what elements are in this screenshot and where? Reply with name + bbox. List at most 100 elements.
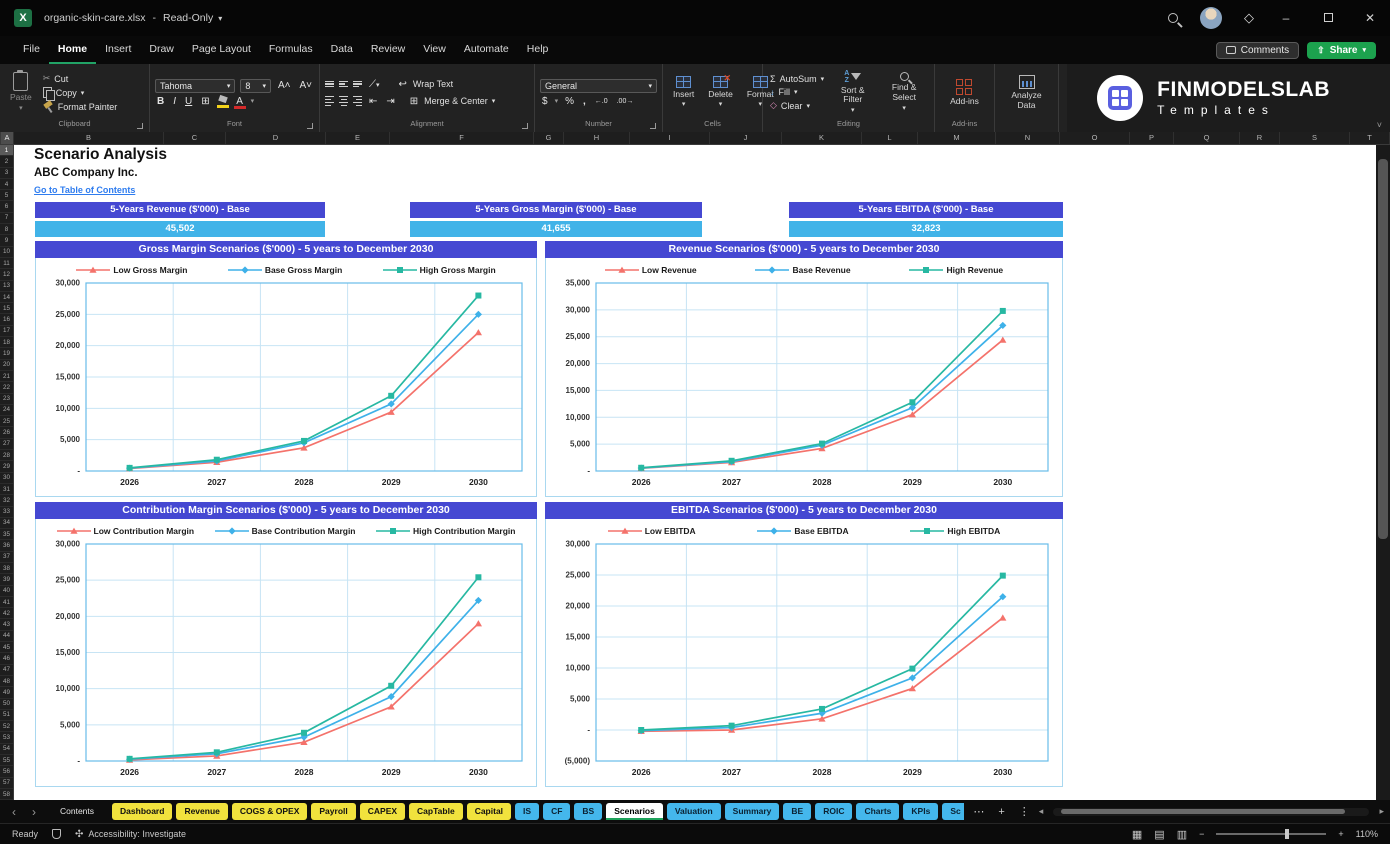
sheet-tab-cf[interactable]: CF (543, 803, 570, 820)
row-header-6[interactable]: 6 (0, 201, 13, 212)
sheet-tab-bs[interactable]: BS (574, 803, 602, 820)
column-header-T[interactable]: T (1350, 132, 1390, 144)
menu-data[interactable]: Data (322, 37, 362, 64)
row-header-52[interactable]: 52 (0, 721, 13, 732)
row-header-53[interactable]: 53 (0, 732, 13, 743)
clipboard-dialog-launcher-icon[interactable] (137, 123, 143, 129)
avatar[interactable] (1200, 7, 1222, 29)
align-right-icon[interactable] (353, 96, 362, 106)
row-header-41[interactable]: 41 (0, 597, 13, 608)
sheet-tab-payroll[interactable]: Payroll (311, 803, 355, 820)
column-header-A[interactable]: A (1, 132, 14, 144)
row-header-26[interactable]: 26 (0, 427, 13, 438)
sheet-tab-be[interactable]: BE (783, 803, 811, 820)
column-header-G[interactable]: G (534, 132, 564, 144)
menu-formulas[interactable]: Formulas (260, 37, 322, 64)
sheet-nav-back-icon[interactable]: ‹ (6, 805, 22, 819)
row-header-19[interactable]: 19 (0, 348, 13, 359)
sheet-tab-capital[interactable]: Capital (467, 803, 511, 820)
page-layout-view-button[interactable]: ▤ (1154, 828, 1164, 841)
row-header-25[interactable]: 25 (0, 416, 13, 427)
menu-draw[interactable]: Draw (140, 37, 183, 64)
normal-view-button[interactable]: ▦ (1132, 828, 1142, 841)
orientation-button[interactable]: ⟋▾ (367, 79, 382, 90)
underline-button[interactable]: U (183, 96, 194, 107)
decrease-indent-icon[interactable]: ⇤ (367, 96, 379, 107)
horizontal-scroll-thumb[interactable] (1061, 809, 1345, 814)
fill-color-button[interactable] (217, 96, 229, 106)
column-header-H[interactable]: H (564, 132, 630, 144)
row-header-58[interactable]: 58 (0, 789, 13, 800)
tab-options-icon[interactable]: ⋮ (1014, 805, 1035, 818)
copy-button[interactable]: Copy▾ (41, 86, 120, 99)
hscroll-right-icon[interactable]: ▸ (1379, 806, 1384, 817)
format-painter-button[interactable]: Format Painter (41, 100, 120, 113)
page-break-view-button[interactable]: ▥ (1177, 828, 1187, 841)
vertical-scroll-thumb[interactable] (1378, 159, 1388, 539)
align-bottom-icon[interactable] (353, 81, 362, 88)
sheet-tab-is[interactable]: IS (515, 803, 539, 820)
row-header-55[interactable]: 55 (0, 755, 13, 766)
menu-review[interactable]: Review (362, 37, 414, 64)
font-size-combo[interactable]: 8▾ (240, 79, 271, 93)
column-header-N[interactable]: N (996, 132, 1060, 144)
sheet-tab-captable[interactable]: CapTable (409, 803, 463, 820)
row-header-4[interactable]: 4 (0, 179, 13, 190)
sheet-tab-charts[interactable]: Charts (856, 803, 899, 820)
zoom-level[interactable]: 110% (1356, 829, 1378, 839)
column-header-K[interactable]: K (782, 132, 862, 144)
row-header-5[interactable]: 5 (0, 190, 13, 201)
collapse-ribbon-icon[interactable]: ˅ (1377, 120, 1382, 130)
decrease-decimal-button[interactable]: .00→ (615, 98, 636, 105)
row-header-33[interactable]: 33 (0, 507, 13, 518)
sheet-tab-scenarios[interactable]: Scenarios (606, 803, 663, 820)
menu-page-layout[interactable]: Page Layout (183, 37, 260, 64)
row-header-38[interactable]: 38 (0, 563, 13, 574)
zoom-in-button[interactable]: + (1338, 829, 1343, 839)
row-header-30[interactable]: 30 (0, 473, 13, 484)
macro-shield-icon[interactable] (52, 829, 61, 839)
row-header-11[interactable]: 11 (0, 258, 13, 269)
addins-button[interactable]: Add-ins (945, 78, 984, 108)
close-button[interactable]: ✕ (1360, 11, 1380, 25)
sheet-tab-summary[interactable]: Summary (725, 803, 780, 820)
column-header-J[interactable]: J (710, 132, 782, 144)
font-color-button[interactable]: A (234, 96, 246, 107)
row-header-49[interactable]: 49 (0, 687, 13, 698)
row-header-32[interactable]: 32 (0, 495, 13, 506)
wrap-text-button[interactable]: ↩Wrap Text (395, 78, 456, 91)
align-center-icon[interactable] (339, 96, 348, 106)
row-header-37[interactable]: 37 (0, 552, 13, 563)
zoom-slider[interactable] (1216, 833, 1326, 835)
row-header-31[interactable]: 31 (0, 484, 13, 495)
row-header-16[interactable]: 16 (0, 314, 13, 325)
column-header-L[interactable]: L (862, 132, 918, 144)
find-select-button[interactable]: Find & Select▾ (879, 71, 929, 114)
column-header-P[interactable]: P (1130, 132, 1174, 144)
increase-indent-icon[interactable]: ⇥ (384, 96, 396, 107)
menu-file[interactable]: File (14, 37, 49, 64)
accessibility-status[interactable]: ✣ Accessibility: Investigate (75, 829, 186, 840)
sheet-tab-dashboard[interactable]: Dashboard (112, 803, 172, 820)
borders-button[interactable]: ⊞ (199, 96, 211, 107)
menu-home[interactable]: Home (49, 37, 96, 64)
row-header-57[interactable]: 57 (0, 778, 13, 789)
row-header-48[interactable]: 48 (0, 676, 13, 687)
number-dialog-launcher-icon[interactable] (650, 123, 656, 129)
currency-button[interactable]: $ (540, 96, 550, 107)
menu-insert[interactable]: Insert (96, 37, 140, 64)
row-header-44[interactable]: 44 (0, 631, 13, 642)
comma-style-button[interactable]: , (581, 96, 588, 107)
merge-center-button[interactable]: ⊞Merge & Center▾ (406, 95, 497, 108)
sheet-tab-capex[interactable]: CAPEX (360, 803, 405, 820)
row-header-1[interactable]: 1 (0, 145, 13, 156)
gem-icon[interactable]: ◇ (1244, 10, 1254, 26)
number-format-combo[interactable]: General▾ (540, 79, 657, 93)
cut-button[interactable]: ✂Cut (41, 72, 120, 85)
insert-cells-button[interactable]: Insert▾ (668, 75, 699, 111)
sheet-tab-contents[interactable]: Contents (46, 803, 108, 820)
row-header-3[interactable]: 3 (0, 168, 13, 179)
row-header-14[interactable]: 14 (0, 292, 13, 303)
maximize-button[interactable] (1318, 11, 1338, 25)
row-header-28[interactable]: 28 (0, 450, 13, 461)
